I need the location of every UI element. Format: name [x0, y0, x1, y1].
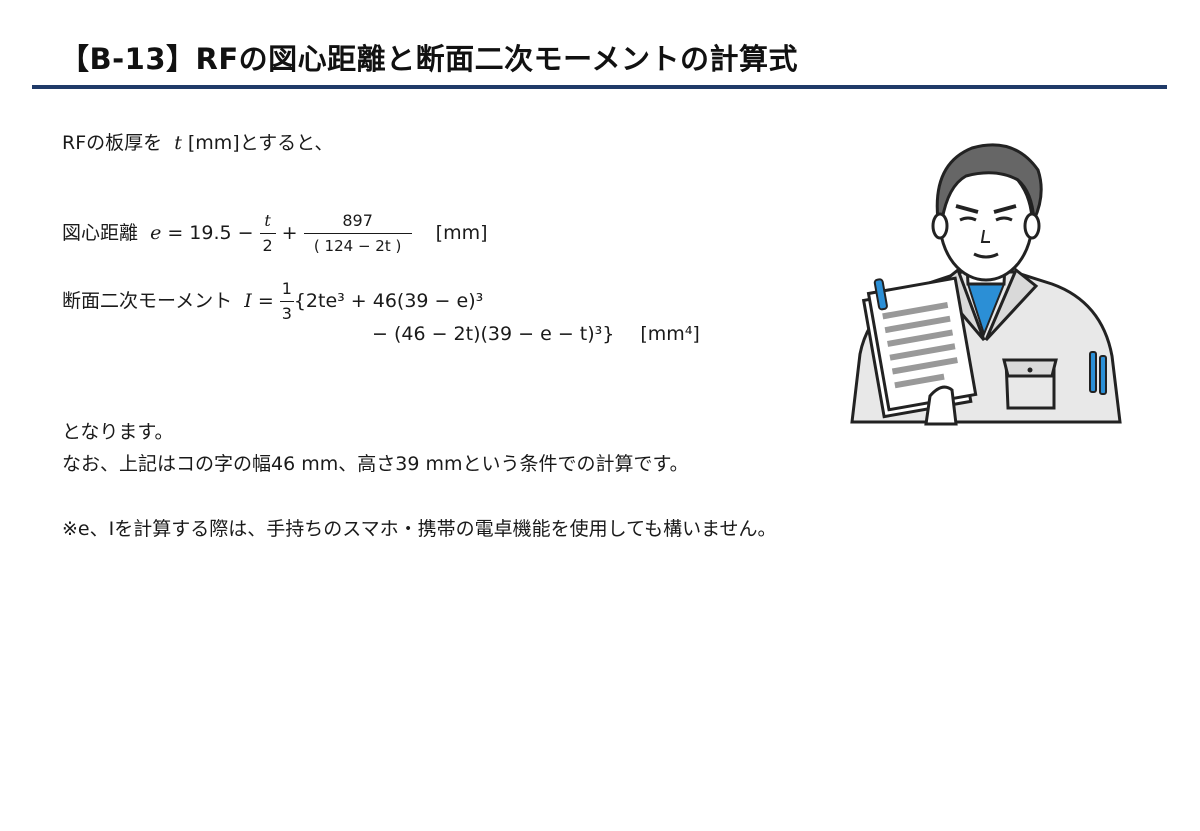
inertia-frac: 1 3 [279, 278, 294, 325]
calculator-note: ※e、Iを計算する際は、手持ちのスマホ・携帯の電卓機能を使用しても構いません。 [62, 518, 777, 540]
centroid-formula: 図心距離 e = 19.5 − t 2 + 897 ( 124 − 2t ) [… [62, 206, 488, 260]
intro-text: RFの板厚を [62, 132, 163, 154]
centroid-frac2: 897 ( 124 − 2t ) [303, 210, 412, 257]
centroid-label: 図心距離 [62, 222, 139, 244]
worker-with-clipboard-illustration [850, 143, 1122, 426]
outro-line-1: となります。 [62, 421, 174, 443]
centroid-var: e [150, 222, 162, 244]
inertia-formula: 断面二次モーメント I = 1 3 {2te³ + 46(39 − e)³ [62, 276, 483, 326]
inertia-frac-den: 3 [281, 304, 292, 324]
centroid-frac1-den: 2 [262, 236, 273, 256]
centroid-eq: = 19.5 − [161, 222, 260, 244]
intro-line: RFの板厚を t [mm]とすると、 [62, 130, 333, 156]
outro-line-2: なお、上記はコの字の幅46 mm、高さ39 mmという条件での計算です。 [62, 453, 689, 475]
inertia-line2: − (46 − 2t)(39 − e − t)³} [372, 323, 615, 345]
centroid-frac2-num: 897 [342, 210, 373, 230]
centroid-plus: + [275, 222, 304, 244]
centroid-frac2-den: ( 124 − 2t ) [313, 237, 402, 256]
centroid-frac1-num: t [264, 210, 271, 230]
fraction-bar [303, 232, 412, 235]
centroid-frac1: t 2 [259, 210, 276, 257]
inertia-line1: {2te³ + 46(39 − e)³ [293, 290, 484, 312]
title-underline [32, 85, 1167, 89]
page-title: 【B-13】RFの図心距離と断面二次モーメントの計算式 [60, 42, 798, 76]
fraction-bar [279, 300, 294, 303]
inertia-eq: = [251, 290, 280, 312]
inertia-var: I [244, 290, 252, 312]
intro-unit: [mm]とすると、 [181, 132, 334, 154]
inertia-label: 断面二次モーメント [62, 290, 233, 312]
intro-var-t: t [174, 132, 182, 154]
centroid-unit: [mm] [435, 222, 488, 244]
fraction-bar [259, 232, 276, 235]
inertia-line2-row: − (46 − 2t)(39 − e − t)³} [mm⁴] [372, 321, 700, 347]
inertia-frac-num: 1 [281, 278, 292, 298]
inertia-unit: [mm⁴] [640, 323, 700, 345]
